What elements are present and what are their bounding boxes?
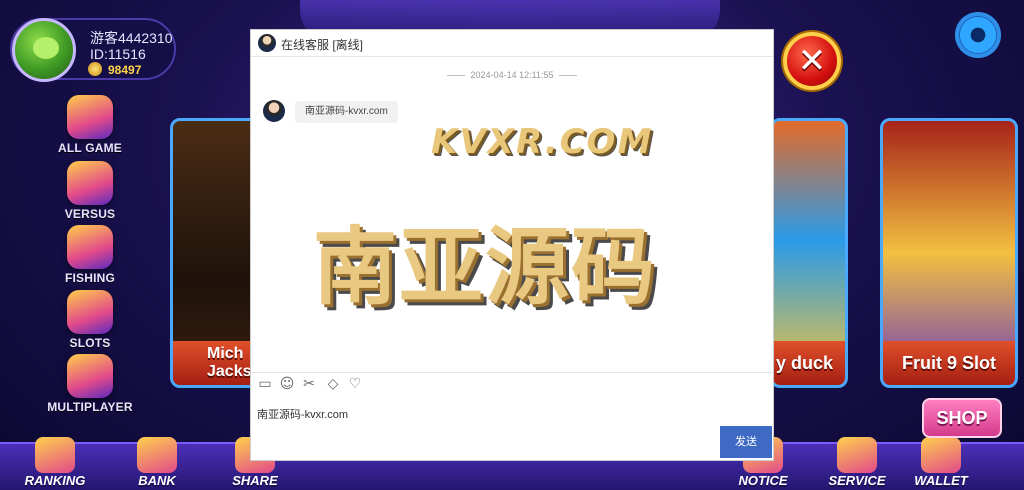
side-item-label: ALL GAME [57, 141, 123, 155]
watermark-url: KVXR.COM [431, 122, 654, 162]
nav-ranking[interactable]: RANKING [10, 437, 100, 488]
watermark-main-text: 南亚源码 [313, 218, 658, 316]
gear-icon[interactable] [955, 12, 1001, 58]
emoji-icon[interactable]: ☺ [279, 376, 295, 392]
player-profile[interactable]: 游客4442310 ID:11516 98497 [10, 18, 176, 82]
chat-header: 在线客服 [离线] [251, 30, 773, 57]
nav-label: SHARE [232, 473, 278, 488]
side-item-multiplayer[interactable]: MULTIPLAYER [40, 354, 140, 414]
game-card-duck[interactable]: y duck [770, 118, 848, 388]
close-button[interactable]: ✕ [783, 32, 841, 90]
message-timestamp: 2024-04-14 12:11:55 [251, 70, 773, 80]
rating-icon[interactable]: ◇ [325, 376, 341, 392]
wallet-icon [921, 437, 961, 473]
side-item-slots[interactable]: SLOTS [40, 290, 140, 350]
gamepad-icon [67, 95, 113, 139]
send-button[interactable]: 发送 [720, 426, 772, 458]
coin-balance: 98497 [108, 63, 142, 77]
safe-icon [137, 437, 177, 473]
avatar-face [33, 37, 59, 59]
customer-service-chat: 在线客服 [离线] 2024-04-14 12:11:55 南亚源码-kvxr.… [250, 29, 774, 461]
agent-message-bubble: 南亚源码-kvxr.com [295, 101, 398, 123]
side-item-fishing[interactable]: FISHING [40, 225, 140, 285]
chat-title: 在线客服 [离线] [281, 38, 364, 52]
nav-wallet[interactable]: WALLET [896, 437, 986, 488]
fish-icon [67, 225, 113, 269]
side-item-versus[interactable]: VERSUS [40, 161, 140, 221]
watermark-logo: KVXR.COM 南亚源码 [311, 108, 791, 398]
nav-label: SERVICE [828, 473, 886, 488]
game-card-fruit-9-slot[interactable]: Fruit 9 Slot [880, 118, 1018, 388]
side-item-label: MULTIPLAYER [47, 400, 133, 414]
support-agent-icon [837, 437, 877, 473]
close-icon: ✕ [797, 41, 827, 81]
game-card-label: Mich Jackson [173, 341, 257, 385]
folder-icon[interactable]: ▭ [257, 376, 273, 392]
game-card-label: Fruit 9 Slot [883, 341, 1015, 385]
trophy-icon [35, 437, 75, 473]
coin-icon [88, 62, 102, 76]
nav-label: NOTICE [738, 473, 788, 488]
game-card-label: y duck [773, 341, 845, 385]
game-card-michael-jackson[interactable]: Mich Jackson [170, 118, 260, 388]
scissors-icon[interactable]: ✂ [301, 376, 317, 392]
diamond-icon [67, 354, 113, 398]
nav-label: RANKING [24, 473, 86, 488]
player-id: ID:11516 [90, 46, 146, 62]
agent-avatar [258, 34, 276, 52]
side-item-all-game[interactable]: ALL GAME [40, 95, 140, 155]
slot-machine-icon [67, 290, 113, 334]
side-item-label: FISHING [64, 271, 116, 285]
nav-bank[interactable]: BANK [112, 437, 202, 488]
side-item-label: VERSUS [64, 207, 116, 221]
versus-icon [67, 161, 113, 205]
side-item-label: SLOTS [69, 336, 111, 350]
nav-label: BANK [138, 473, 176, 488]
chat-input[interactable]: 南亚源码-kvxr.com [257, 406, 348, 422]
avatar[interactable] [12, 18, 76, 82]
bell-icon[interactable]: ♡ [347, 376, 363, 392]
player-name: 游客4442310 [90, 30, 173, 46]
nav-label: WALLET [914, 473, 968, 488]
chat-toolbar: ▭ ☺ ✂ ◇ ♡ [251, 372, 773, 394]
shop-button[interactable]: SHOP [922, 398, 1002, 438]
agent-avatar [263, 100, 285, 122]
nav-service[interactable]: SERVICE [812, 437, 902, 488]
